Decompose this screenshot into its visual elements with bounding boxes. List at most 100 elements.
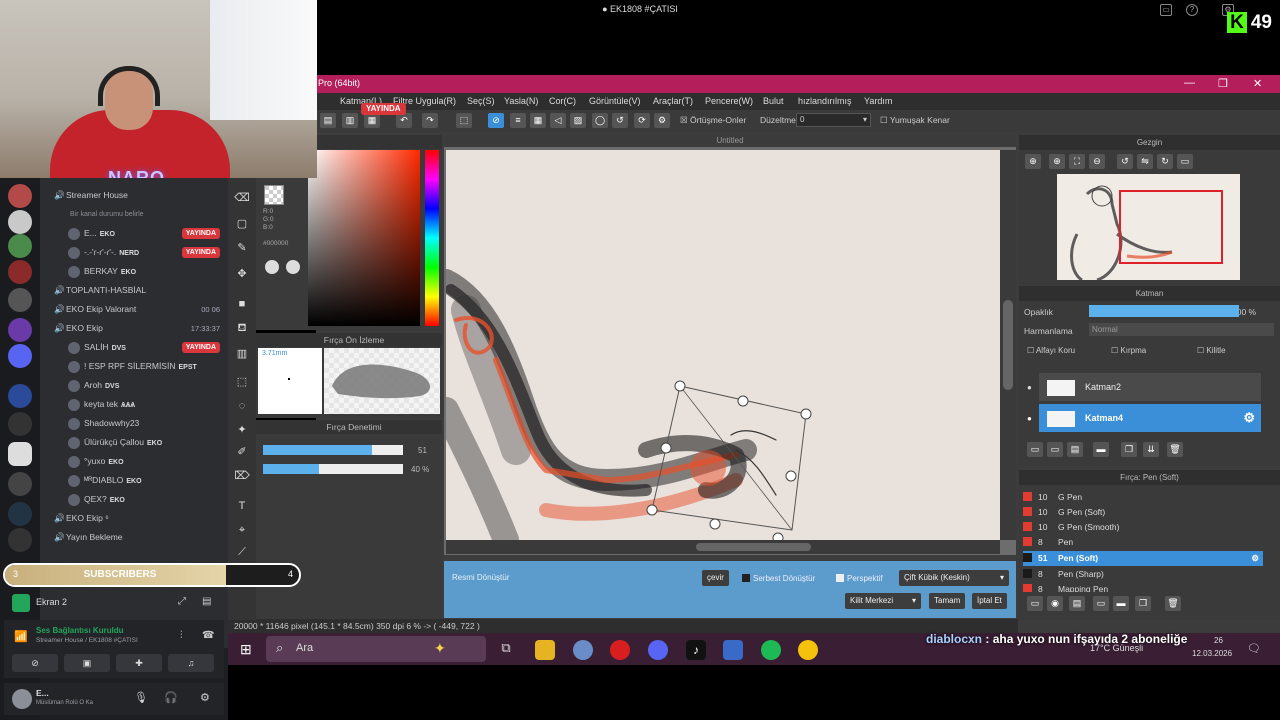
new-layer-icon[interactable]: ▭ (1027, 442, 1043, 457)
server-icon[interactable] (8, 472, 32, 496)
layer-opacity-slider[interactable] (1089, 305, 1239, 317)
new-vector-layer-icon[interactable]: ▭ (1047, 442, 1063, 457)
opera-icon[interactable] (610, 640, 630, 660)
voice-channel[interactable]: 🔊Yayın Bekleme (40, 528, 228, 547)
restore-button[interactable]: ❐ (1218, 77, 1228, 90)
clip-checkbox[interactable]: ☐ Kırpma (1111, 346, 1146, 355)
palette-add-icon[interactable] (286, 260, 300, 274)
soundboard-button[interactable]: ♫ (168, 654, 214, 672)
voice-user[interactable]: BERKAY EKO (40, 262, 228, 281)
voice-user[interactable]: -.-'ɾ-ɾ'-ɾ'-. NERD YAYINDA (40, 243, 228, 262)
gear-icon[interactable]: ⚙ (654, 113, 670, 128)
spotify-icon[interactable] (761, 640, 781, 660)
user-avatar[interactable] (12, 689, 32, 709)
palette-icon[interactable] (265, 260, 279, 274)
zoom-out-icon[interactable]: ⊖ (1089, 154, 1105, 169)
task-view-icon[interactable]: ⧉ (496, 640, 516, 660)
server-icon[interactable] (8, 234, 32, 258)
eyedropper-tool-icon[interactable]: ⟋ (234, 544, 250, 560)
voice-channel[interactable]: 🔊TOPLANTI-HASBİAL (40, 281, 228, 300)
select-eraser-tool-icon[interactable]: ⌦ (234, 468, 250, 484)
voice-user[interactable]: Shadowwhy23 (40, 414, 228, 433)
fill-grid-icon[interactable]: ▦ (530, 113, 546, 128)
folder-icon[interactable]: ▬ (1093, 442, 1109, 457)
brush-import-icon[interactable]: ▤ (1069, 596, 1085, 611)
menu-window[interactable]: Pencere(W) (705, 96, 753, 106)
noise-icon[interactable]: ⫶ (180, 630, 183, 641)
layer-row-selected[interactable]: Katman4 ⚙ (1039, 404, 1261, 432)
brush-item[interactable]: 10 G Pen (Soft) (1023, 505, 1263, 520)
brush-item[interactable]: 10 G Pen (Smooth) (1023, 520, 1263, 535)
saturation-value-picker[interactable] (308, 150, 420, 326)
chrome-icon[interactable] (798, 640, 818, 660)
fill-rect-tool-icon[interactable]: ■ (234, 296, 250, 312)
microphone-icon[interactable]: 🎙 (134, 691, 148, 704)
new-fill-layer-icon[interactable]: ▤ (1067, 442, 1083, 457)
select-pen-tool-icon[interactable]: ✐ (234, 444, 250, 460)
discord-icon[interactable] (648, 640, 668, 660)
layer-row[interactable]: Katman2 (1039, 373, 1261, 401)
share-screen-button[interactable]: ▣ (64, 654, 110, 672)
voice-user[interactable]: ᴹᴿDIABLO EKO (40, 471, 228, 490)
merge-icon[interactable]: ⇊ (1143, 442, 1159, 457)
flip-icon[interactable]: ⇋ (1137, 154, 1153, 169)
voice-channel[interactable]: 🔊EKO Ekip Valorant 00 06 (40, 300, 228, 319)
brush-item[interactable]: 8 Pen (1023, 535, 1263, 550)
horizontal-scrollbar[interactable] (446, 540, 1000, 554)
no-stabilizer-icon[interactable]: ⊘ (488, 113, 504, 128)
app-icon[interactable] (723, 640, 743, 660)
eraser-tool-icon[interactable]: ⌫ (234, 190, 250, 206)
duplicate-icon[interactable]: ❐ (1121, 442, 1137, 457)
grid-icon[interactable]: ▦ (364, 113, 380, 128)
vertical-scrollbar[interactable] (1000, 150, 1016, 540)
stripe-icon[interactable]: ≡ (510, 113, 526, 128)
brush-item[interactable]: 10 G Pen (1023, 490, 1263, 505)
voice-channel[interactable]: 🔊EKO Ekip 17:33:37 (40, 319, 228, 338)
voice-channel[interactable]: 🔊EKO Ekip ⁶ (40, 509, 228, 528)
app-icon[interactable] (573, 640, 593, 660)
notification-icon[interactable]: 🗨 (1247, 642, 1261, 655)
server-icon[interactable] (8, 184, 32, 208)
menu-select[interactable]: Seç(S) (467, 96, 495, 106)
lock-checkbox[interactable]: ☐ Kilitle (1197, 346, 1226, 355)
layer-settings-gear-icon[interactable]: ⚙ (1243, 404, 1255, 432)
redo-icon[interactable]: ↷ (422, 113, 438, 128)
taskbar-search[interactable]: ⌕ Ara ✦ (266, 636, 486, 662)
navigator-viewport-rect[interactable] (1119, 190, 1223, 264)
server-icon[interactable] (8, 318, 32, 342)
perspective-checkbox[interactable]: Perspektif (836, 574, 883, 583)
brush-delete-icon[interactable]: 🗑 (1165, 596, 1181, 611)
server-icon[interactable] (8, 528, 32, 552)
flip-button[interactable]: çevir (702, 570, 729, 586)
brush-item[interactable]: 8 Pen (Sharp) (1023, 567, 1263, 582)
server-icon[interactable] (8, 344, 32, 368)
server-icon[interactable] (8, 442, 32, 466)
cast-icon[interactable]: ▭ (1160, 4, 1172, 16)
camera-off-button[interactable]: ⊘ (12, 654, 58, 672)
menu-help[interactable]: Yardım (864, 96, 892, 106)
menu-tools[interactable]: Araçlar(T) (653, 96, 693, 106)
help-icon[interactable]: ? (1186, 4, 1198, 16)
circle-icon[interactable]: ◯ (592, 113, 608, 128)
select-all-icon[interactable]: ⬚ (456, 113, 472, 128)
voice-user[interactable]: QEX? EKO (40, 490, 228, 509)
zoom-in-2-icon[interactable]: ⊕ (1049, 154, 1065, 169)
ok-button[interactable]: Tamam (929, 593, 966, 609)
voice-channel[interactable]: 🔊Streamer House (40, 186, 228, 205)
brush-folder-icon[interactable]: ▬ (1113, 596, 1129, 611)
vertical-scroll-thumb[interactable] (1003, 300, 1013, 390)
text-tool-icon[interactable]: T (234, 498, 250, 514)
menu-view[interactable]: Görüntüle(V) (589, 96, 641, 106)
server-icon[interactable] (8, 260, 32, 284)
fit-icon[interactable]: ⛶ (1069, 154, 1085, 169)
close-button[interactable]: ✕ (1253, 77, 1262, 90)
brush-settings-gear-icon[interactable]: ⚙ (1251, 551, 1259, 566)
gradient-tool-icon[interactable]: ▥ (234, 346, 250, 362)
popout-icon[interactable]: ⤢ (178, 596, 186, 607)
delete-layer-icon[interactable]: 🗑 (1167, 442, 1183, 457)
user-settings-gear-icon[interactable]: ⚙ (200, 691, 210, 704)
correction-select[interactable]: 0 ▾ (796, 113, 871, 127)
channel-status-hint[interactable]: Bir kanal durumu belirle (40, 205, 228, 224)
screen-share-row[interactable]: Ekran 2 ⤢ ▤ (6, 590, 222, 616)
new-brush-icon[interactable]: ▭ (1027, 596, 1043, 611)
